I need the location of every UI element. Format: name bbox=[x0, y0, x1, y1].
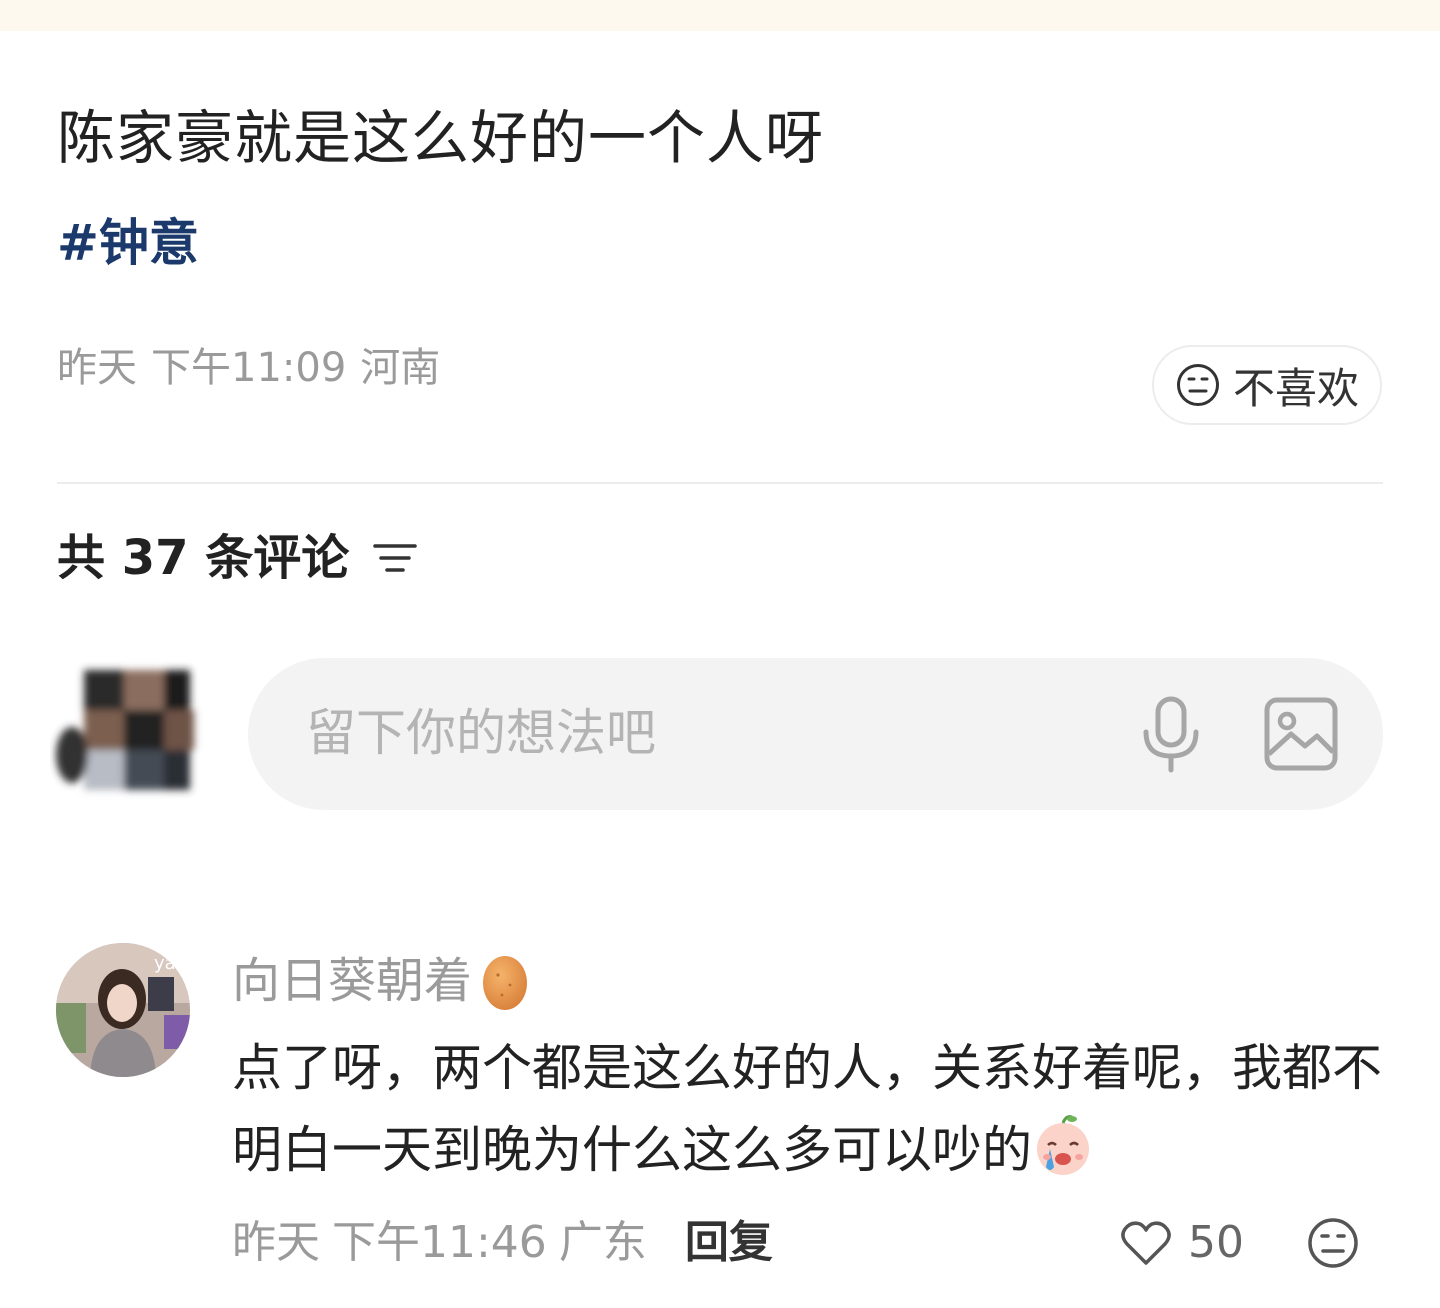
crying-face-icon bbox=[1037, 1115, 1089, 1175]
sort-filter-icon[interactable] bbox=[371, 538, 419, 578]
like-count: 50 bbox=[1188, 1217, 1244, 1268]
post-time: 下午11:09 bbox=[151, 345, 347, 391]
dislike-button[interactable]: 不喜欢 bbox=[1152, 345, 1382, 425]
comment-time: 下午11:46 bbox=[332, 1217, 547, 1268]
like-button[interactable]: 50 bbox=[1120, 1214, 1244, 1272]
microphone-icon[interactable] bbox=[1140, 696, 1202, 774]
egg-icon bbox=[483, 956, 528, 1010]
comment-author[interactable]: 向日葵朝着 bbox=[232, 950, 530, 1012]
comment-count: 共 37 条评论 bbox=[57, 530, 350, 586]
comment-date: 昨天 bbox=[232, 1217, 320, 1268]
divider bbox=[57, 482, 1383, 484]
heart-icon bbox=[1121, 1221, 1171, 1265]
comment-input[interactable]: 留下你的想法吧 bbox=[248, 658, 1383, 810]
hashtag-link[interactable]: #钟意 bbox=[57, 212, 199, 274]
avatar[interactable] bbox=[50, 660, 210, 810]
comments-header: 共 37 条评论 bbox=[57, 528, 419, 588]
comment-meta: 昨天 下午11:46 广东 回复 bbox=[232, 1214, 785, 1272]
top-status-strip bbox=[0, 0, 1440, 31]
post-date: 昨天 bbox=[57, 345, 137, 391]
svg-text:ya~: ya~ bbox=[154, 953, 190, 974]
meh-face-icon[interactable] bbox=[1306, 1216, 1360, 1270]
comment-text-content: 点了呀，两个都是这么好的人，关系好着呢，我都不明白一天到晚为什么这么多可以吵的 bbox=[232, 1039, 1382, 1179]
comment-location: 广东 bbox=[558, 1217, 647, 1268]
post-location: 河南 bbox=[360, 345, 441, 391]
image-icon[interactable] bbox=[1263, 696, 1339, 772]
comment-text: 点了呀，两个都是这么好的人，关系好着呢，我都不明白一天到晚为什么这么多可以吵的 bbox=[232, 1027, 1382, 1191]
post-meta: 昨天 下午11:09 河南 bbox=[57, 342, 454, 394]
comment-author-name: 向日葵朝着 bbox=[232, 953, 473, 1009]
comment-input-placeholder: 留下你的想法吧 bbox=[306, 704, 656, 762]
reply-button[interactable]: 回复 bbox=[685, 1217, 773, 1268]
dislike-label: 不喜欢 bbox=[1232, 363, 1359, 413]
avatar[interactable]: ya~ bbox=[56, 943, 190, 1077]
meh-face-icon bbox=[1176, 364, 1219, 406]
post-title: 陈家豪就是这么好的一个人呀 bbox=[57, 104, 825, 172]
